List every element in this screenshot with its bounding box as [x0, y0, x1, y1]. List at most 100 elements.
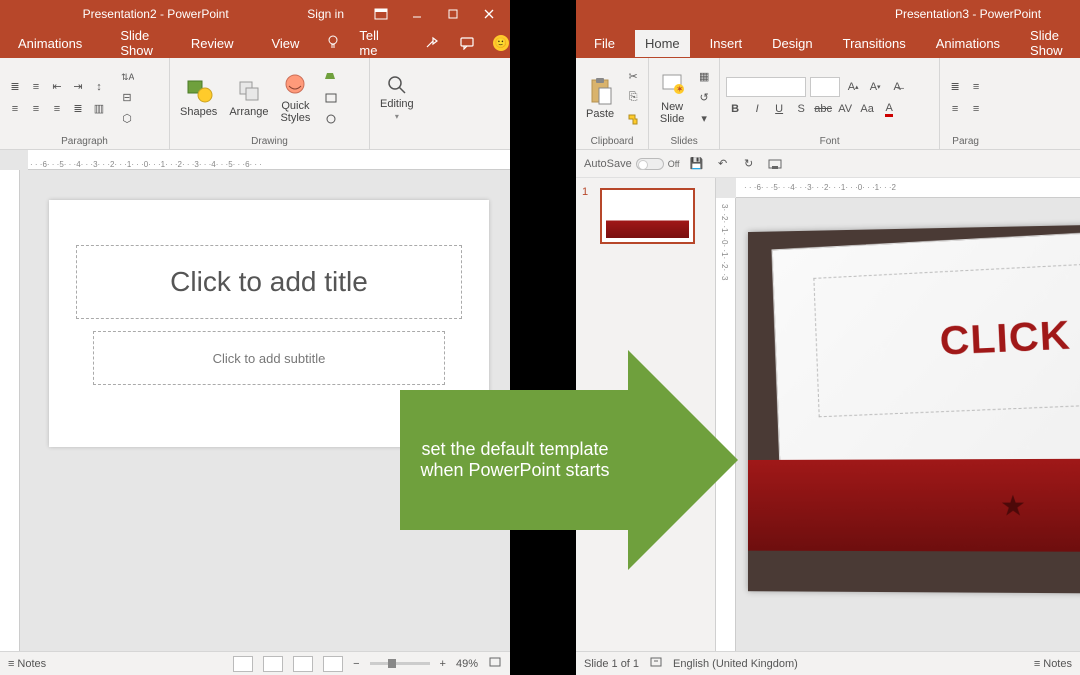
- font-family-dropdown[interactable]: [726, 77, 806, 97]
- increase-font-icon[interactable]: A▴: [844, 78, 862, 96]
- title-placeholder[interactable]: CLICK T: [813, 256, 1080, 417]
- group-label: Parag: [946, 134, 985, 147]
- text-direction-icon[interactable]: ⇅A: [118, 68, 136, 86]
- sorter-view-icon[interactable]: [263, 656, 283, 672]
- decrease-font-icon[interactable]: A▾: [866, 78, 884, 96]
- window-title: Presentation2 - PowerPoint: [4, 7, 307, 21]
- underline-icon[interactable]: U: [770, 100, 788, 118]
- justify-icon[interactable]: ≣: [69, 100, 87, 118]
- align-right-icon[interactable]: ≡: [48, 100, 66, 118]
- undo-icon[interactable]: ↶: [714, 155, 732, 173]
- powerpoint-window-right: Presentation3 - PowerPoint File Home Ins…: [576, 0, 1080, 675]
- notes-button[interactable]: ≡ Notes: [8, 658, 46, 670]
- font-color-icon[interactable]: A: [880, 100, 898, 118]
- tab-design[interactable]: Design: [762, 30, 822, 57]
- editing-button[interactable]: Editing ▾: [376, 72, 418, 123]
- indent-inc-icon[interactable]: ⇥: [69, 78, 87, 96]
- slide-thumbnail[interactable]: [600, 188, 695, 244]
- copy-icon[interactable]: ⎘: [624, 89, 642, 107]
- close-icon[interactable]: [472, 2, 506, 26]
- tellme-lightbulb-icon: [327, 35, 339, 52]
- titlebar: Presentation3 - PowerPoint: [576, 0, 1080, 28]
- zoom-level[interactable]: 49%: [456, 658, 478, 670]
- new-slide-button[interactable]: ✶ New Slide: [655, 69, 689, 127]
- align-center-icon[interactable]: ≡: [967, 100, 985, 118]
- save-icon[interactable]: 💾: [688, 155, 706, 173]
- smiley-icon[interactable]: 🙂: [493, 35, 509, 51]
- arrange-button[interactable]: Arrange: [225, 76, 272, 120]
- maximize-icon[interactable]: [436, 2, 470, 26]
- shapes-button[interactable]: Shapes: [176, 76, 221, 120]
- bullets-icon[interactable]: ≣: [946, 78, 964, 96]
- language-status[interactable]: English (United Kingdom): [673, 658, 798, 670]
- ribbon-tabs: File Home Insert Design Transitions Anim…: [576, 28, 1080, 58]
- sign-in-link[interactable]: Sign in: [307, 7, 344, 21]
- headline-text: CLICK T: [939, 311, 1080, 364]
- tab-animations[interactable]: Animations: [8, 30, 92, 57]
- zoom-out-icon[interactable]: −: [353, 658, 359, 670]
- font-size-dropdown[interactable]: [810, 77, 840, 97]
- layout-icon[interactable]: ▦: [695, 68, 713, 86]
- title-placeholder[interactable]: Click to add title: [76, 245, 463, 319]
- tab-transitions[interactable]: Transitions: [833, 30, 916, 57]
- group-label: [376, 134, 424, 147]
- smartart-icon[interactable]: ⬡: [118, 110, 136, 128]
- autosave-toggle[interactable]: AutoSave Off: [584, 158, 680, 170]
- tab-review[interactable]: Review: [181, 30, 244, 57]
- shape-outline-icon[interactable]: [322, 89, 340, 107]
- cut-icon[interactable]: ✂: [624, 68, 642, 86]
- italic-icon[interactable]: I: [748, 100, 766, 118]
- zoom-slider[interactable]: [370, 662, 430, 665]
- redo-icon[interactable]: ↻: [740, 155, 758, 173]
- spacing-icon[interactable]: AV: [836, 100, 854, 118]
- tab-animations[interactable]: Animations: [926, 30, 1010, 57]
- align-text-icon[interactable]: ⊟: [118, 89, 136, 107]
- share-icon[interactable]: [425, 36, 441, 50]
- spellcheck-icon[interactable]: [649, 656, 663, 671]
- zoom-in-icon[interactable]: +: [440, 658, 446, 670]
- paste-button[interactable]: Paste: [582, 74, 618, 122]
- columns-icon[interactable]: ▥: [90, 100, 108, 118]
- format-painter-icon[interactable]: [624, 110, 642, 128]
- clear-formatting-icon[interactable]: A̶: [888, 78, 906, 96]
- notes-button[interactable]: ≡ Notes: [1034, 658, 1072, 670]
- group-clipboard: Paste ✂ ⎘ Clipboard: [576, 58, 649, 149]
- subtitle-placeholder[interactable]: Click to add subtitle: [93, 331, 445, 385]
- fit-window-icon[interactable]: [488, 656, 502, 671]
- slide-counter[interactable]: Slide 1 of 1: [584, 658, 639, 670]
- group-label: Drawing: [176, 134, 363, 147]
- slideshow-view-icon[interactable]: [323, 656, 343, 672]
- status-bar: ≡ Notes − + 49%: [0, 651, 510, 675]
- shape-effects-icon[interactable]: [322, 110, 340, 128]
- tab-view[interactable]: View: [261, 30, 309, 57]
- reset-icon[interactable]: ↺: [695, 89, 713, 107]
- minimize-icon[interactable]: [400, 2, 434, 26]
- section-icon[interactable]: ▾: [695, 110, 713, 128]
- tab-insert[interactable]: Insert: [700, 30, 753, 57]
- comments-icon[interactable]: [459, 36, 475, 50]
- numbering-icon[interactable]: ≡: [967, 78, 985, 96]
- align-left-icon[interactable]: ≡: [946, 100, 964, 118]
- tab-file[interactable]: File: [584, 30, 625, 57]
- bold-icon[interactable]: B: [726, 100, 744, 118]
- shape-fill-icon[interactable]: [322, 68, 340, 86]
- tab-home[interactable]: Home: [635, 30, 690, 57]
- numbering-icon[interactable]: ≡: [27, 78, 45, 96]
- slide[interactable]: CLICK T ★: [748, 222, 1080, 594]
- bullets-icon[interactable]: ≣: [6, 78, 24, 96]
- slide-canvas[interactable]: CLICK T ★: [738, 200, 1080, 651]
- change-case-icon[interactable]: Aa: [858, 100, 876, 118]
- shapes-label: Shapes: [180, 106, 217, 118]
- align-left-icon[interactable]: ≡: [6, 100, 24, 118]
- indent-dec-icon[interactable]: ⇤: [48, 78, 66, 96]
- reading-view-icon[interactable]: [293, 656, 313, 672]
- ribbon-tabs: Animations Slide Show Review View Tell m…: [0, 28, 510, 58]
- line-spacing-icon[interactable]: ↕: [90, 78, 108, 96]
- quick-styles-button[interactable]: Quick Styles: [276, 70, 314, 126]
- start-from-beginning-icon[interactable]: [766, 155, 784, 173]
- shadow-icon[interactable]: S: [792, 100, 810, 118]
- strike-icon[interactable]: abc: [814, 100, 832, 118]
- normal-view-icon[interactable]: [233, 656, 253, 672]
- group-slides: ✶ New Slide ▦ ↺ ▾ Slides: [649, 58, 720, 149]
- align-center-icon[interactable]: ≡: [27, 100, 45, 118]
